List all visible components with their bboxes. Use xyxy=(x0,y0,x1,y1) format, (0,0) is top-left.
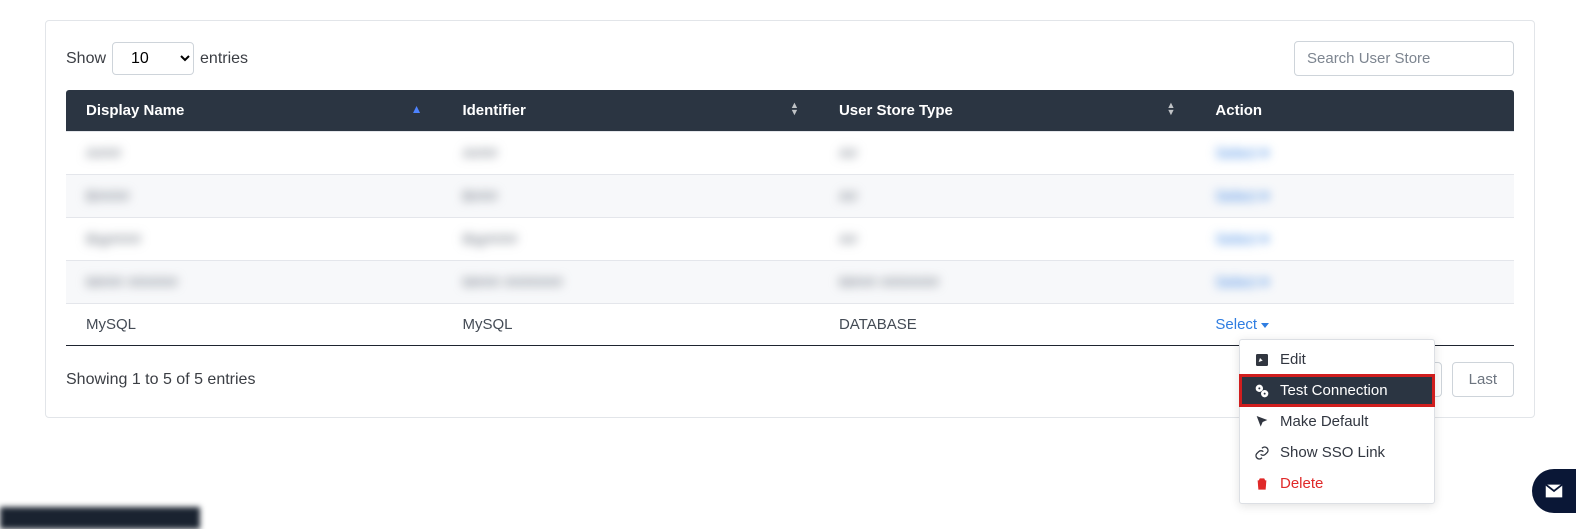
cell-display-name: MySQL xyxy=(86,316,136,333)
page-length-select[interactable]: 10 xyxy=(112,42,194,75)
dropdown-label: Make Default xyxy=(1280,413,1368,430)
col-user-store-type[interactable]: User Store Type ▲▼ xyxy=(819,90,1195,132)
link-icon xyxy=(1254,445,1270,461)
cell-display-name: Big#### xyxy=(86,231,141,248)
action-select[interactable]: Select ▾ xyxy=(1215,187,1268,205)
cell-identifier: B### xyxy=(462,188,497,205)
show-label: Show xyxy=(66,50,106,68)
col-label: User Store Type xyxy=(839,102,953,119)
dropdown-delete[interactable]: Delete xyxy=(1240,468,1434,499)
search-input[interactable] xyxy=(1294,41,1514,76)
cell-identifier: M### ####### xyxy=(462,274,562,291)
cell-display-name: B#### xyxy=(86,188,129,205)
edit-icon xyxy=(1254,352,1270,368)
trash-icon xyxy=(1254,476,1270,492)
table-row: Big#### Big#### A# Select ▾ xyxy=(66,218,1514,261)
mail-icon xyxy=(1543,480,1565,502)
dropdown-label: Show SSO Link xyxy=(1280,444,1385,461)
action-select[interactable]: Select ▾ xyxy=(1215,144,1268,162)
cell-identifier: A### xyxy=(462,145,497,162)
dropdown-label: Delete xyxy=(1280,475,1323,492)
col-identifier[interactable]: Identifier ▲▼ xyxy=(442,90,818,132)
cell-identifier: Big#### xyxy=(462,231,517,248)
dropdown-edit[interactable]: Edit xyxy=(1240,344,1434,375)
dropdown-label: Test Connection xyxy=(1280,382,1388,399)
page-last-button[interactable]: Last xyxy=(1452,362,1514,397)
cursor-icon xyxy=(1254,414,1270,430)
page-length-control: Show 10 entries xyxy=(66,42,248,75)
dropdown-label: Edit xyxy=(1280,351,1306,368)
action-select[interactable]: Select ▾ xyxy=(1215,273,1268,291)
cell-type: DATABASE xyxy=(839,316,917,333)
search-container xyxy=(1294,41,1514,76)
sort-asc-icon: ▲ xyxy=(411,102,423,116)
action-dropdown: Edit Test Connection Make Default Show S… xyxy=(1239,339,1435,504)
table-row: M### ###### M### ####### M### ####### Se… xyxy=(66,261,1514,304)
table-top-bar: Show 10 entries xyxy=(66,41,1514,76)
col-action: Action xyxy=(1195,90,1514,132)
action-label: Select xyxy=(1215,316,1257,333)
cell-type: A# xyxy=(839,188,857,205)
table-row: A### A### A# Select ▾ xyxy=(66,132,1514,175)
table-row: B#### B### A# Select ▾ xyxy=(66,175,1514,218)
obscured-bar xyxy=(0,507,200,529)
cell-type: M### ####### xyxy=(839,274,939,291)
sort-icon: ▲▼ xyxy=(790,102,799,116)
action-select[interactable]: Select ▾ xyxy=(1215,230,1268,248)
dropdown-make-default[interactable]: Make Default xyxy=(1240,406,1434,437)
col-label: Action xyxy=(1215,102,1262,119)
caret-down-icon xyxy=(1261,323,1269,328)
col-display-name[interactable]: Display Name ▲ xyxy=(66,90,442,132)
mail-fab[interactable] xyxy=(1532,469,1576,513)
entries-label: entries xyxy=(200,50,248,68)
col-label: Display Name xyxy=(86,102,184,119)
cell-display-name: M### ###### xyxy=(86,274,178,291)
cell-type: A# xyxy=(839,231,857,248)
dropdown-test-connection[interactable]: Test Connection xyxy=(1240,375,1434,406)
cell-identifier: MySQL xyxy=(462,316,512,333)
table-info: Showing 1 to 5 of 5 entries xyxy=(66,371,255,389)
action-select[interactable]: Select xyxy=(1215,316,1269,333)
dropdown-show-sso[interactable]: Show SSO Link xyxy=(1240,437,1434,468)
sort-icon: ▲▼ xyxy=(1166,102,1175,116)
cell-type: A# xyxy=(839,145,857,162)
col-label: Identifier xyxy=(462,102,525,119)
cell-display-name: A### xyxy=(86,145,121,162)
user-store-table: Display Name ▲ Identifier ▲▼ User Store … xyxy=(66,90,1514,346)
gears-icon xyxy=(1254,383,1270,399)
